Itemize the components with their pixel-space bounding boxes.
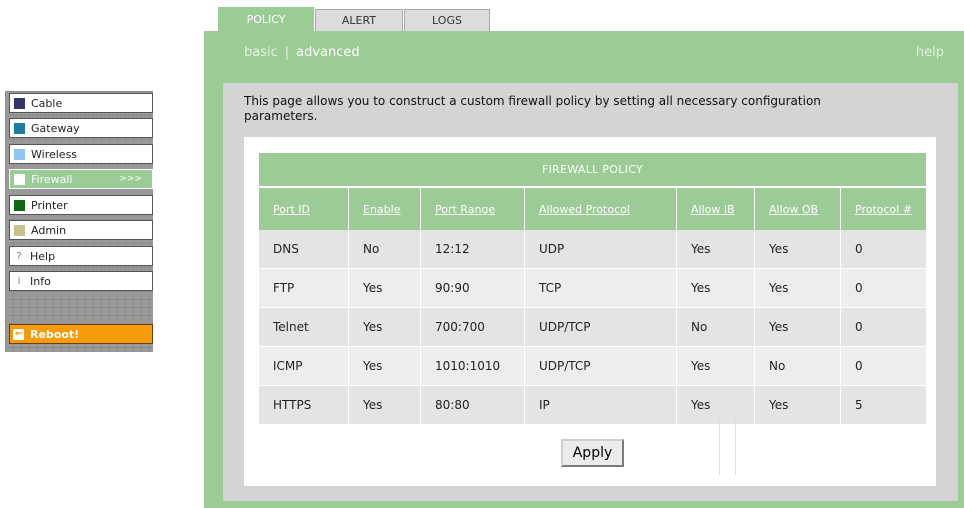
square-icon: [14, 122, 25, 134]
cell-allow-ob: Yes: [754, 307, 841, 347]
sidebar-item-admin[interactable]: Admin: [9, 220, 153, 240]
table-row[interactable]: ICMP Yes 1010:1010 UDP/TCP Yes No 0: [259, 346, 926, 386]
sidebar-item-wireless[interactable]: Wireless: [9, 144, 153, 164]
tab-alert[interactable]: ALERT: [315, 9, 403, 31]
column-header-allow-ob[interactable]: Allow OB: [754, 186, 841, 230]
firewall-policy-table: FIREWALL POLICY Port ID Enable Port Rang…: [259, 153, 926, 425]
column-header-enable[interactable]: Enable: [348, 186, 421, 230]
table-row[interactable]: Telnet Yes 700:700 UDP/TCP No Yes 0: [259, 307, 926, 347]
tab-policy[interactable]: POLICY: [218, 7, 314, 32]
cell-allow-ib: Yes: [676, 230, 755, 269]
cell-port-range: 1010:1010: [420, 346, 525, 386]
policy-box: FIREWALL POLICY Port ID Enable Port Rang…: [244, 137, 936, 486]
cell-allow-ob: Yes: [754, 230, 841, 269]
cell-allowed-protocol: UDP/TCP: [524, 346, 677, 386]
cell-enable: Yes: [348, 268, 421, 308]
square-icon: [14, 148, 25, 160]
cell-port-id: ICMP: [259, 346, 349, 386]
table-row[interactable]: FTP Yes 90:90 TCP Yes Yes 0: [259, 268, 926, 308]
reboot-button[interactable]: ⇐ Reboot!: [9, 324, 153, 344]
sidebar-item-printer[interactable]: Printer: [9, 195, 153, 215]
column-header-allowed-protocol[interactable]: Allowed Protocol: [524, 186, 677, 230]
cell-port-id: HTTPS: [259, 385, 349, 425]
sidebar-item-label: Info: [30, 274, 51, 288]
main-panel: basic | advanced help This page allows you…: [204, 31, 964, 508]
cell-allow-ib: No: [676, 307, 755, 347]
sidebar-item-help[interactable]: ? Help: [9, 246, 153, 266]
sidebar-item-cable[interactable]: Cable: [9, 93, 153, 113]
table-title: FIREWALL POLICY: [259, 153, 926, 187]
reboot-icon: ⇐: [13, 328, 24, 340]
cell-enable: No: [348, 230, 421, 269]
sidebar-item-label: Help: [30, 249, 56, 263]
cell-port-id: Telnet: [259, 307, 349, 347]
column-header-port-range[interactable]: Port Range: [420, 186, 525, 230]
divider-line: [719, 409, 720, 475]
cell-allow-ob: Yes: [754, 268, 841, 308]
cell-port-id: DNS: [259, 230, 349, 269]
subnav-advanced-link[interactable]: advanced: [296, 45, 360, 60]
cell-allowed-protocol: IP: [524, 385, 677, 425]
sidebar-item-info[interactable]: i Info: [9, 271, 153, 291]
sidebar-item-label: Gateway: [31, 121, 80, 135]
sidebar-item-firewall[interactable]: Firewall >>>: [9, 169, 153, 189]
help-link[interactable]: help: [916, 45, 944, 60]
apply-button[interactable]: Apply: [561, 439, 624, 467]
info-icon: i: [17, 275, 21, 287]
cell-enable: Yes: [348, 385, 421, 425]
sidebar-item-gateway[interactable]: Gateway: [9, 118, 153, 138]
tab-logs[interactable]: LOGS: [404, 9, 490, 31]
cell-allow-ob: Yes: [754, 385, 841, 425]
side-navigation: Cable Gateway Wireless Firewall >>> Prin…: [5, 91, 153, 352]
cell-allowed-protocol: UDP/TCP: [524, 307, 677, 347]
subnav: basic | advanced: [244, 45, 360, 60]
cell-protocol-number: 0: [840, 230, 926, 269]
question-icon: ?: [16, 250, 22, 262]
page-description: This page allows you to construct a cust…: [244, 94, 821, 123]
cell-port-range: 12:12: [420, 230, 525, 269]
square-icon: [14, 199, 25, 211]
table-row[interactable]: HTTPS Yes 80:80 IP Yes Yes 5: [259, 385, 926, 425]
cell-allow-ib: Yes: [676, 268, 755, 308]
subnav-basic-link[interactable]: basic: [244, 45, 278, 60]
cell-allow-ib: Yes: [676, 346, 755, 386]
content-area: This page allows you to construct a cust…: [223, 83, 958, 501]
sidebar-item-label: Printer: [31, 198, 68, 212]
sidebar-item-label: Wireless: [31, 147, 78, 161]
square-icon: [14, 224, 25, 236]
column-header-allow-ib[interactable]: Allow IB: [676, 186, 755, 230]
cell-allowed-protocol: TCP: [524, 268, 677, 308]
column-header-port-id[interactable]: Port ID: [259, 186, 349, 230]
cell-protocol-number: 5: [840, 385, 926, 425]
reboot-label: Reboot!: [30, 327, 80, 341]
cell-port-range: 80:80: [420, 385, 525, 425]
cell-protocol-number: 0: [840, 307, 926, 347]
table-row[interactable]: DNS No 12:12 UDP Yes Yes 0: [259, 230, 926, 269]
cell-enable: Yes: [348, 307, 421, 347]
sidebar-item-label: Admin: [31, 223, 67, 237]
chevron-right-icon: >>>: [119, 174, 142, 184]
subnav-separator: |: [284, 45, 290, 60]
cell-port-range: 90:90: [420, 268, 525, 308]
square-icon: [14, 97, 25, 109]
cell-allow-ob: No: [754, 346, 841, 386]
divider-line: [735, 409, 736, 475]
column-header-protocol-number[interactable]: Protocol #: [840, 186, 926, 230]
cell-protocol-number: 0: [840, 268, 926, 308]
cell-port-id: FTP: [259, 268, 349, 308]
cell-port-range: 700:700: [420, 307, 525, 347]
cell-enable: Yes: [348, 346, 421, 386]
square-icon: [14, 173, 25, 185]
cell-allow-ib: Yes: [676, 385, 755, 425]
sidebar-item-label: Cable: [31, 96, 63, 110]
cell-allowed-protocol: UDP: [524, 230, 677, 269]
cell-protocol-number: 0: [840, 346, 926, 386]
sidebar-item-label: Firewall: [31, 172, 73, 186]
